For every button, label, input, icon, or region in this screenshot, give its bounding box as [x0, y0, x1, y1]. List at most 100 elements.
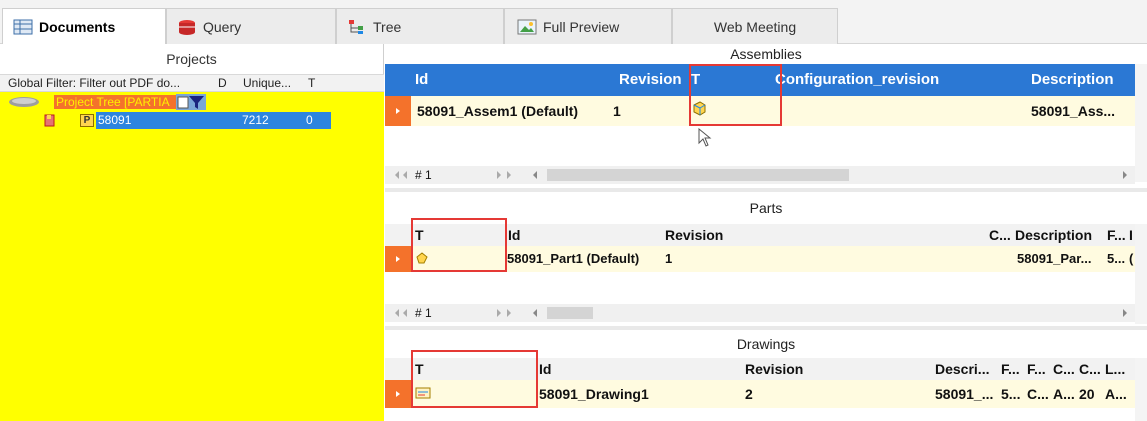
- header-f1[interactable]: F...: [1001, 361, 1020, 377]
- header-c1[interactable]: C...: [1053, 361, 1075, 377]
- global-filter-header[interactable]: Global Filter: Filter out PDF do...: [8, 76, 180, 90]
- next-record-icon[interactable]: [497, 309, 501, 317]
- scroll-left-icon[interactable]: [533, 309, 537, 317]
- projects-title: Projects: [166, 51, 217, 67]
- documents-area: Assemblies Id Revision T Configuration_r…: [385, 44, 1147, 421]
- tree-root-label[interactable]: Project Tree [PARTIA: [54, 95, 176, 109]
- tab-documents[interactable]: Documents: [2, 8, 166, 45]
- tab-full-preview[interactable]: Full Preview: [504, 8, 672, 44]
- tab-web-meeting[interactable]: Web Meeting: [672, 8, 838, 44]
- drawing-description: 58091_...: [935, 386, 994, 402]
- pane-splitter[interactable]: [385, 188, 1147, 192]
- header-revision[interactable]: Revision: [745, 361, 803, 377]
- projects-panel: Projects Global Filter: Filter out PDF d…: [0, 44, 384, 421]
- drawing-id: 58091_Drawing1: [539, 386, 649, 402]
- drawings-vertical-scrollbar[interactable]: [1135, 358, 1147, 421]
- tree-node-row[interactable]: P 58091 7212 0: [0, 112, 384, 129]
- column-d-header[interactable]: D: [218, 76, 227, 90]
- tab-bar: Documents Query Tree Full Preview Web Me…: [0, 0, 1147, 45]
- assemblies-vertical-scrollbar[interactable]: [1135, 64, 1147, 182]
- project-tree: Project Tree [PARTIA P 58091 7212 0: [0, 92, 384, 421]
- last-record-icon[interactable]: [507, 171, 511, 179]
- prev-record-icon[interactable]: [403, 171, 407, 179]
- header-l[interactable]: L...: [1105, 361, 1125, 377]
- last-record-icon[interactable]: [507, 309, 511, 317]
- assemblies-navigator[interactable]: # 1: [385, 166, 1135, 184]
- assembly-description: 58091_Ass...: [1031, 103, 1116, 119]
- assembly-id: 58091_Assem1 (Default): [417, 103, 579, 119]
- scroll-right-icon[interactable]: [1123, 171, 1127, 179]
- record-counter: # 1: [415, 306, 432, 320]
- database-icon: [177, 19, 197, 35]
- parts-navigator[interactable]: # 1: [385, 304, 1135, 322]
- drawing-revision: 2: [745, 386, 753, 402]
- tab-query[interactable]: Query: [166, 8, 336, 44]
- prev-record-icon[interactable]: [403, 309, 407, 317]
- tree-root-row[interactable]: Project Tree [PARTIA: [0, 94, 384, 110]
- project-unique: 7212: [242, 113, 269, 127]
- drive-icon: [8, 96, 40, 111]
- drawing-c2: 20: [1079, 386, 1095, 402]
- header-id[interactable]: Id: [508, 227, 520, 243]
- project-id: 58091: [98, 113, 132, 127]
- column-unique-header[interactable]: Unique...: [243, 76, 291, 90]
- row-indicator: [385, 246, 411, 272]
- row-indicator: [385, 96, 411, 126]
- grid-table-icon: [13, 19, 33, 35]
- header-descri[interactable]: Descri...: [935, 361, 989, 377]
- scroll-left-icon[interactable]: [533, 171, 537, 179]
- highlight-box-parts-t: [411, 218, 507, 272]
- header-revision[interactable]: Revision: [665, 227, 723, 243]
- drawing-l: A...: [1105, 386, 1127, 402]
- drawing-f2: C...: [1027, 386, 1049, 402]
- highlight-box-drawings-t: [411, 350, 538, 408]
- tree-icon: [347, 19, 367, 35]
- horizontal-scroll-thumb[interactable]: [547, 169, 849, 181]
- assembly-revision: 1: [613, 103, 621, 119]
- part-id: 58091_Part1 (Default): [507, 251, 640, 266]
- scroll-right-icon[interactable]: [1123, 309, 1127, 317]
- part-description: 58091_Par...: [1017, 251, 1092, 266]
- header-revision[interactable]: Revision: [619, 71, 682, 88]
- header-configuration-revision[interactable]: Configuration_revision: [775, 71, 939, 88]
- image-icon: [517, 19, 537, 35]
- column-t-header[interactable]: T: [308, 76, 315, 90]
- next-record-icon[interactable]: [497, 171, 501, 179]
- header-extra[interactable]: I: [1129, 227, 1133, 243]
- header-id[interactable]: Id: [415, 71, 428, 88]
- tab-tree[interactable]: Tree: [336, 8, 504, 44]
- header-f2[interactable]: F...: [1027, 361, 1046, 377]
- part-revision: 1: [665, 251, 673, 266]
- drawing-f1: 5...: [1001, 386, 1021, 402]
- project-badge-icon: P: [80, 114, 94, 127]
- tab-label: Web Meeting: [713, 18, 797, 35]
- highlight-box-assemblies-t: [689, 64, 782, 126]
- parts-vertical-scrollbar[interactable]: [1135, 224, 1147, 324]
- header-c[interactable]: C...: [989, 227, 1011, 243]
- header-f[interactable]: F...: [1107, 227, 1126, 243]
- drawing-c1: A...: [1053, 386, 1075, 402]
- first-record-icon[interactable]: [395, 171, 399, 179]
- record-counter: # 1: [415, 168, 432, 182]
- part-f: 5...: [1107, 251, 1126, 266]
- pane-splitter[interactable]: [385, 326, 1147, 330]
- tab-label: Documents: [39, 19, 116, 35]
- row-indicator: [385, 380, 411, 408]
- header-id[interactable]: Id: [539, 361, 551, 377]
- header-description[interactable]: Description: [1031, 71, 1114, 88]
- header-description[interactable]: Description: [1015, 227, 1092, 243]
- tab-label: Tree: [373, 18, 402, 35]
- horizontal-scroll-thumb[interactable]: [547, 307, 593, 319]
- first-record-icon[interactable]: [395, 309, 399, 317]
- mouse-cursor-icon: [698, 127, 712, 151]
- parts-title: Parts: [749, 200, 783, 216]
- filter-funnel-icon[interactable]: [176, 94, 206, 113]
- projects-header-row: Global Filter: Filter out PDF do... D Un…: [0, 74, 384, 92]
- tab-label: Query: [203, 18, 242, 35]
- part-extra: (: [1129, 251, 1134, 266]
- selected-project-row[interactable]: 58091 7212 0: [96, 112, 331, 129]
- project-t: 0: [306, 113, 313, 127]
- tab-label: Full Preview: [543, 18, 620, 35]
- folder-icon: [44, 114, 56, 130]
- header-c2[interactable]: C...: [1079, 361, 1101, 377]
